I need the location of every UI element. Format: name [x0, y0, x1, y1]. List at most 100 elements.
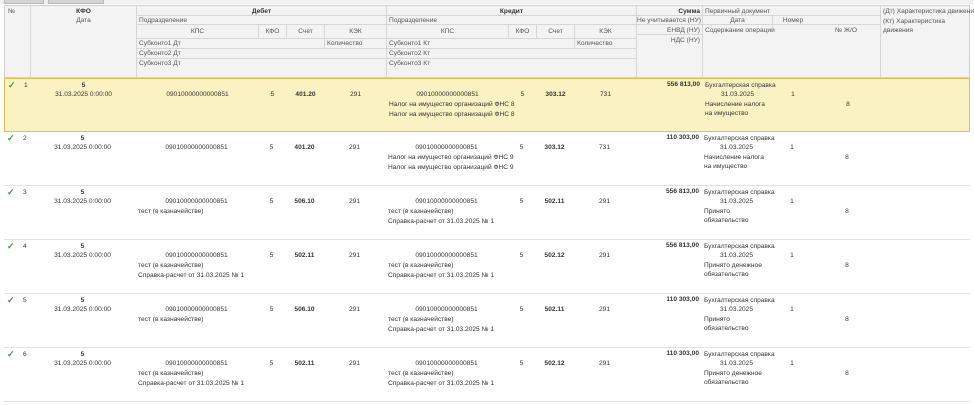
cell-kek-dt: 291: [348, 360, 360, 367]
cell-kek-kt: 731: [598, 144, 610, 151]
header-envd[interactable]: ЕНВД (НУ): [637, 26, 700, 35]
cell-operation: Принято обязательство: [704, 316, 749, 332]
cell-sub1-kt: тест (в казначействе): [388, 208, 454, 215]
toolbar-button[interactable]: [48, 0, 104, 4]
header-doc-number[interactable]: Номер: [773, 16, 813, 25]
cell-sub1-dt: тест (в казначействе): [138, 208, 204, 215]
cell-acc-dt: 502.11: [294, 252, 315, 259]
header-char-kt[interactable]: (Кт) Характеристика движения: [883, 17, 969, 35]
cell-sub2-kt: Справка-расчет от 31.03.2025 № 1: [388, 326, 495, 333]
header-acc-dt[interactable]: Счет: [287, 27, 324, 36]
header-dept-dt[interactable]: Подразделение: [139, 16, 187, 25]
cell-operation: Начисление налога на имущество: [704, 154, 764, 170]
header-sub2-kt[interactable]: Субконто2 Кт: [389, 49, 430, 58]
table-row[interactable]: ✓ 1 5 31.03.2025 0:00:00 09010000000000851 5 4…: [4, 78, 970, 132]
header-sub3-dt[interactable]: Субконто3 Дт: [139, 59, 181, 68]
cell-sub2-kt: Налог на имущество организаций ФНС 8: [389, 111, 515, 118]
cell-acc-kt: 502.11: [544, 306, 565, 313]
cell-kps-kt: 09010000000000851: [415, 252, 478, 259]
cell-doc: Бухгалтерская справка: [704, 297, 775, 304]
posted-check-icon: ✓: [7, 349, 15, 359]
header-primary-doc[interactable]: Первичный документ: [705, 7, 770, 16]
header-doc-date[interactable]: Дата: [703, 16, 772, 25]
cell-kfo-kt: 5: [519, 306, 524, 313]
cell-doc-number: 1: [791, 91, 795, 98]
cell-kfo: 5: [81, 82, 86, 89]
header-qty-dt[interactable]: Количество: [327, 39, 362, 48]
toolbar-button[interactable]: [4, 0, 44, 4]
row-number: 3: [23, 189, 27, 196]
cell-sub1-kt: тест (в казначействе): [388, 370, 454, 377]
header-acc-kt[interactable]: Счет: [537, 27, 574, 36]
cell-kek-kt: 291: [598, 198, 610, 205]
table-row[interactable]: ✓ 5 5 31.03.2025 0:00:00 09010000000000851 5 5…: [4, 294, 970, 348]
cell-sub2-kt: Справка-расчет от 31.03.2025 № 1: [388, 272, 495, 279]
cell-kfo-kt: 5: [520, 91, 525, 98]
cell-journal: 8: [845, 370, 849, 377]
cell-kps-dt: 09010000000000851: [165, 252, 228, 259]
cell-kfo: 5: [80, 351, 85, 358]
posted-check-icon: ✓: [7, 241, 15, 251]
header-operation[interactable]: Содержание операции: [705, 26, 775, 35]
header-kps-kt[interactable]: КПС: [387, 27, 508, 36]
cell-journal: 8: [845, 154, 849, 161]
cell-sub1-kt: Налог на имущество организаций ФНС 9: [388, 154, 514, 161]
row-number: 6: [23, 351, 27, 358]
cell-sub1-dt: тест (в казначействе): [138, 316, 204, 323]
header-sum[interactable]: Сумма: [637, 7, 700, 16]
header-date[interactable]: Дата: [31, 16, 136, 25]
cell-kfo-dt: 5: [269, 360, 274, 367]
cell-kek-dt: 291: [348, 144, 360, 151]
header-sub2-dt[interactable]: Субконто2 Дт: [139, 49, 181, 58]
cell-doc-number: 1: [790, 252, 794, 259]
header-kek-kt[interactable]: КЭК: [575, 27, 636, 36]
cell-sub2-kt: Справка-расчет от 31.03.2025 № 1: [388, 218, 495, 225]
header-sub1-kt[interactable]: Субконто1 Кт: [389, 39, 430, 48]
cell-date: 31.03.2025 0:00:00: [54, 252, 111, 259]
cell-date: 31.03.2025 0:00:00: [55, 91, 112, 98]
table-header: № КФО Дата Дебет Подразделение КПС КФО С…: [4, 5, 974, 78]
header-qty-kt[interactable]: Количество: [577, 39, 612, 48]
cell-kps-kt: 09010000000000851: [415, 306, 478, 313]
cell-kps-dt: 09010000000000851: [165, 360, 228, 367]
table-row[interactable]: ✓ 3 5 31.03.2025 0:00:00 09010000000000851 5 5…: [4, 186, 970, 240]
cell-operation: Принято денежное обязательство: [704, 262, 762, 278]
cell-kek-kt: 291: [598, 306, 610, 313]
header-kfo-kt[interactable]: КФО: [509, 27, 536, 36]
cell-operation: Принято денежное обязательство: [704, 370, 762, 386]
cell-sum: 110 303,00: [666, 350, 699, 357]
header-journal[interactable]: № Ж/О: [835, 26, 857, 35]
cell-acc-kt: 502.11: [544, 198, 565, 205]
cell-operation: Принято обязательство: [704, 208, 749, 224]
header-kfo[interactable]: КФО: [31, 7, 136, 16]
header-kps-dt[interactable]: КПС: [137, 27, 258, 36]
cell-kfo-kt: 5: [519, 198, 524, 205]
header-vat[interactable]: НДС (НУ): [637, 36, 700, 45]
cell-kps-kt: 09010000000000851: [416, 91, 479, 98]
cell-kek-dt: 291: [348, 198, 360, 205]
header-dept-kt[interactable]: Подразделение: [389, 16, 437, 25]
cell-acc-dt: 401.20: [294, 144, 315, 151]
table-row[interactable]: ✓ 2 5 31.03.2025 0:00:00 09010000000000851 5 4…: [4, 132, 970, 186]
cell-kps-dt: 09010000000000851: [165, 306, 228, 313]
cell-acc-kt: 303.12: [544, 144, 565, 151]
cell-kps-dt: 09010000000000851: [165, 144, 228, 151]
header-sub1-dt[interactable]: Субконто1 Дт: [139, 39, 181, 48]
header-kek-dt[interactable]: КЭК: [325, 27, 386, 36]
cell-acc-kt: 502.12: [544, 252, 565, 259]
cell-journal: 8: [845, 262, 849, 269]
row-number: 4: [23, 243, 27, 250]
cell-doc: Бухгалтерская справка: [704, 135, 775, 142]
table-row[interactable]: ✓ 6 5 31.03.2025 0:00:00 09010000000000851 5 5…: [4, 348, 970, 402]
header-kfo-dt[interactable]: КФО: [259, 27, 286, 36]
cell-acc-dt: 502.11: [294, 360, 315, 367]
header-sub3-kt[interactable]: Субконто3 Кт: [389, 59, 430, 68]
cell-journal: 8: [846, 101, 850, 108]
cell-doc-date: 31.03.2025: [719, 252, 753, 259]
header-char-dt[interactable]: (Дт) Характеристика движения: [883, 7, 974, 16]
table-row[interactable]: ✓ 4 5 31.03.2025 0:00:00 09010000000000851 5 5…: [4, 240, 970, 294]
header-not-counted[interactable]: Не учитывается (НУ): [637, 16, 701, 25]
row-number: 1: [24, 82, 28, 89]
cell-sum: 556 813,00: [665, 188, 699, 195]
cell-sum: 556 813,00: [665, 242, 699, 249]
